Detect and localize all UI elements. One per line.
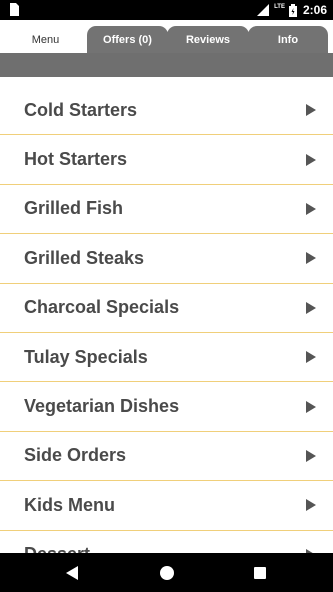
menu-category-side-orders[interactable]: Side Orders: [0, 432, 333, 482]
menu-category-tulay-specials[interactable]: Tulay Specials: [0, 333, 333, 383]
menu-category-label: Vegetarian Dishes: [24, 396, 180, 417]
play-arrow-icon: [306, 449, 316, 462]
menu-category-hot-starters[interactable]: Hot Starters: [0, 135, 333, 185]
battery-icon: [288, 3, 297, 17]
tab-offers[interactable]: Offers (0): [87, 26, 168, 53]
play-arrow-icon: [306, 153, 316, 166]
status-right: LTE 2:06: [257, 0, 327, 20]
signal-icon: [257, 4, 270, 16]
play-arrow-icon: [306, 252, 316, 265]
menu-category-grilled-steaks[interactable]: Grilled Steaks: [0, 234, 333, 284]
status-bar: LTE 2:06: [0, 0, 333, 20]
menu-category-label: Grilled Steaks: [24, 247, 145, 268]
play-arrow-icon: [306, 104, 316, 117]
play-arrow-icon: [306, 351, 316, 364]
play-arrow-icon: [306, 499, 316, 512]
menu-category-vegetarian-dishes[interactable]: Vegetarian Dishes: [0, 382, 333, 432]
play-arrow-icon: [306, 301, 316, 314]
header-strip: [0, 53, 333, 77]
play-arrow-icon: [306, 400, 316, 413]
tab-info[interactable]: Info: [248, 26, 328, 53]
recent-apps-icon[interactable]: [254, 567, 266, 579]
tab-reviews[interactable]: Reviews: [167, 26, 249, 53]
tab-menu[interactable]: Menu: [0, 26, 91, 53]
menu-category-label: Hot Starters: [24, 149, 128, 170]
menu-category-grilled-fish[interactable]: Grilled Fish: [0, 185, 333, 235]
network-type: LTE: [274, 4, 285, 10]
back-icon[interactable]: [66, 566, 78, 580]
menu-category-label: Cold Starters: [24, 99, 138, 120]
menu-category-label: Dessert: [24, 544, 90, 553]
menu-category-list: Cold Starters Hot Starters Grilled Fish …: [0, 86, 333, 553]
menu-category-label: Side Orders: [24, 445, 127, 466]
menu-category-label: Kids Menu: [24, 494, 116, 515]
menu-category-dessert[interactable]: Dessert: [0, 531, 333, 553]
menu-category-kids-menu[interactable]: Kids Menu: [0, 481, 333, 531]
menu-category-charcoal-specials[interactable]: Charcoal Specials: [0, 284, 333, 333]
system-nav-bar: [0, 553, 333, 592]
play-arrow-icon: [306, 202, 316, 215]
menu-category-label: Charcoal Specials: [24, 297, 180, 318]
home-icon[interactable]: [160, 566, 174, 580]
menu-category-label: Tulay Specials: [24, 346, 148, 367]
menu-category-cold-starters[interactable]: Cold Starters: [0, 86, 333, 136]
clock: 2:06: [302, 3, 327, 17]
notification-icon: [10, 3, 19, 16]
tab-bar: Menu Offers (0) Reviews Info: [0, 20, 333, 53]
menu-category-label: Grilled Fish: [24, 198, 124, 219]
